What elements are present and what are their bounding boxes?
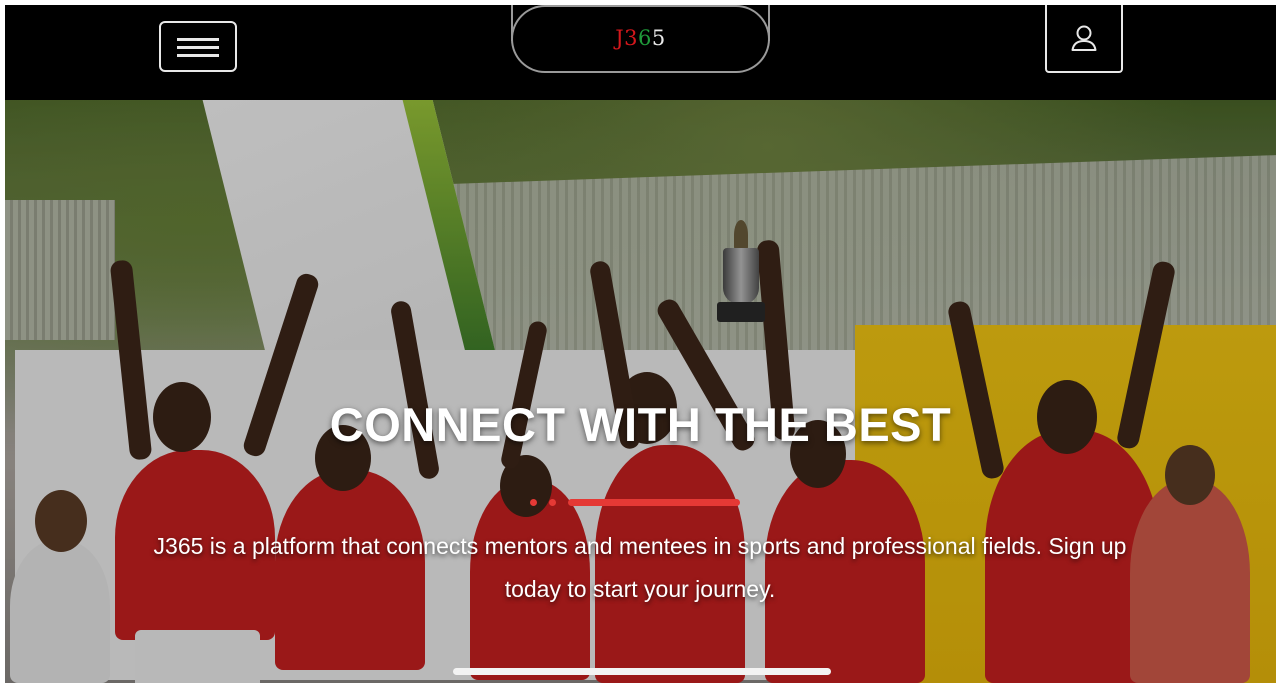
hero-title: CONNECT WITH THE BEST [329, 398, 952, 451]
logo-home-link[interactable]: J365 [511, 5, 770, 73]
user-account-button[interactable] [1045, 5, 1123, 73]
hamburger-menu-icon-line [177, 46, 219, 49]
logo-digit-6: 6 [638, 26, 652, 50]
hero-carousel-slide: CONNECT WITH THE BEST J365 is a platform… [5, 100, 1276, 683]
carousel-indicator-2[interactable] [549, 498, 556, 506]
logo-digit-3: 3 [624, 26, 639, 50]
logo-letter-j: J [615, 26, 625, 50]
logo-digit-5: 5 [651, 26, 666, 50]
carousel-indicator-3-active[interactable] [568, 498, 740, 506]
hero-subtitle-line-1: J365 is a platform that connects mentors… [153, 533, 1127, 559]
hamburger-menu-icon [177, 38, 219, 41]
app-frame: J365 CONNECT WITH THE BEST J365 is a pla… [5, 5, 1276, 683]
site-logo: J365 [615, 26, 666, 50]
carousel-indicators [530, 497, 740, 507]
menu-button[interactable] [159, 21, 237, 72]
hero-subtitle: J365 is a platform that connects mentors… [30, 525, 1250, 611]
hero-subtitle-line-2: today to start your journey. [504, 576, 776, 602]
hamburger-menu-icon-line [177, 54, 219, 57]
home-indicator-bar[interactable] [453, 668, 831, 675]
top-navigation-bar: J365 [5, 5, 1276, 100]
carousel-indicator-1[interactable] [530, 498, 537, 506]
user-icon [1071, 25, 1097, 51]
